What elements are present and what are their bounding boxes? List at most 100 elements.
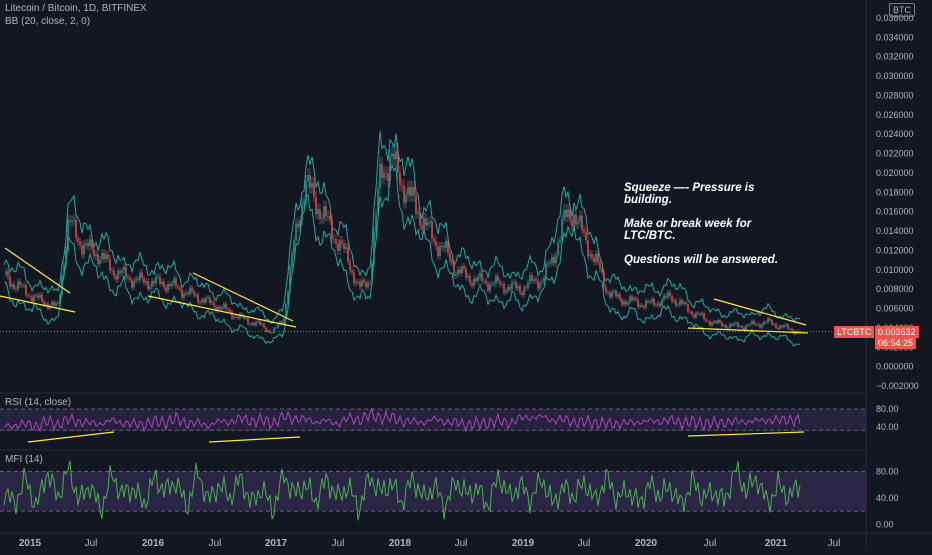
candle-body <box>367 282 369 288</box>
candle-body <box>399 172 401 185</box>
candle-body <box>479 272 481 278</box>
candle-body <box>221 307 223 310</box>
candle-body <box>329 216 331 220</box>
candle-body <box>761 324 763 328</box>
candle-body <box>289 266 291 292</box>
candle-body <box>545 263 547 278</box>
candle-body <box>611 292 613 298</box>
symbol-title[interactable]: Litecoin / Bitcoin, 1D, BITFINEX <box>5 3 147 14</box>
candle-body <box>327 216 329 217</box>
candle-body <box>497 275 499 282</box>
candle-body <box>589 254 591 257</box>
candle-body <box>773 323 775 325</box>
annotation-line-1: Squeeze —- Pressure is building. <box>624 182 755 206</box>
candle-body <box>731 324 733 326</box>
candle-body <box>681 299 683 304</box>
candle-body <box>321 218 323 220</box>
candle-body <box>541 281 543 283</box>
candle-body <box>63 264 65 276</box>
candle-body <box>155 276 157 284</box>
candle-body <box>465 268 467 278</box>
candle-body <box>529 275 531 283</box>
candle-body <box>741 326 743 328</box>
candle-body <box>491 283 493 285</box>
candle-body <box>263 323 265 328</box>
candle-body <box>67 219 69 251</box>
time-axis-label: 2018 <box>389 538 412 549</box>
candle-body <box>481 272 483 282</box>
candle-body <box>391 153 393 157</box>
candle-body <box>627 302 629 305</box>
candle-body <box>81 245 83 255</box>
candle-body <box>125 266 127 277</box>
candle-body <box>373 230 375 264</box>
candle-body <box>511 282 513 290</box>
time-axis-label: Jul <box>332 538 345 549</box>
price-axis-tick: 0.000000 <box>876 362 914 372</box>
currency-badge[interactable]: BTC <box>889 3 915 17</box>
mfi-indicator-label[interactable]: MFI (14) <box>5 454 43 465</box>
time-axis-label: 2016 <box>142 538 165 549</box>
candle-body <box>351 270 353 273</box>
candle-body <box>415 195 417 214</box>
candle-body <box>31 296 33 302</box>
mfi-axis-tick-0: 0.00 <box>876 519 894 529</box>
candle-body <box>173 278 175 284</box>
candle-body <box>769 318 771 321</box>
time-axis-label: Jul <box>704 538 717 549</box>
candle-body <box>185 292 187 294</box>
rsi-indicator-label[interactable]: RSI (14, close) <box>5 397 71 408</box>
candle-body <box>107 254 109 259</box>
candle-body <box>561 219 563 240</box>
candle-body <box>679 299 681 305</box>
candle-body <box>411 186 413 196</box>
candle-body <box>283 317 285 324</box>
candle-body <box>353 272 355 284</box>
candle-body <box>403 185 405 203</box>
candle-body <box>163 281 165 288</box>
candle-body <box>79 241 81 246</box>
time-axis-label: 2017 <box>265 538 288 549</box>
chart-svg[interactable]: 0.0360000.0340000.0320000.0300000.028000… <box>0 0 932 550</box>
candle-body <box>617 294 619 297</box>
candle-body <box>361 280 363 287</box>
price-axis-tick: 0.024000 <box>876 129 914 139</box>
candle-body <box>55 303 57 306</box>
candle-body <box>199 302 201 304</box>
candle-body <box>405 194 407 203</box>
candle-body <box>249 323 251 325</box>
candle-body <box>555 255 557 264</box>
candle-body <box>117 270 119 280</box>
candle-body <box>343 243 345 250</box>
candle-body <box>347 247 349 262</box>
price-axis-tick: 0.032000 <box>876 52 914 62</box>
bb-indicator-label[interactable]: BB (20, close, 2, 0) <box>5 16 90 27</box>
candle-body <box>583 229 585 233</box>
candle-body <box>363 280 365 282</box>
candle-body <box>207 297 209 299</box>
candle-body <box>739 326 741 328</box>
candle-body <box>25 284 27 296</box>
candle-body <box>137 278 139 280</box>
candle-body <box>651 298 653 303</box>
candle-body <box>663 295 665 300</box>
candle-body <box>303 201 305 204</box>
rsi-axis-tick-40: 40.00 <box>876 422 899 432</box>
candle-body <box>743 327 745 330</box>
candle-body <box>309 175 311 188</box>
candle-body <box>595 253 597 262</box>
candle-body <box>523 287 525 295</box>
candle-body <box>389 156 391 181</box>
candle-body <box>477 277 479 282</box>
annotation-text[interactable]: Squeeze —- Pressure is building. Make or… <box>624 182 784 278</box>
candle-body <box>153 280 155 284</box>
candle-body <box>93 249 95 257</box>
candle-body <box>275 327 277 329</box>
candle-body <box>235 316 237 318</box>
candle-body <box>447 240 449 254</box>
candle-body <box>21 285 23 286</box>
candle-body <box>65 250 67 265</box>
time-axis-label: Jul <box>828 538 841 549</box>
candle-body <box>213 301 215 307</box>
candle-body <box>785 324 787 326</box>
